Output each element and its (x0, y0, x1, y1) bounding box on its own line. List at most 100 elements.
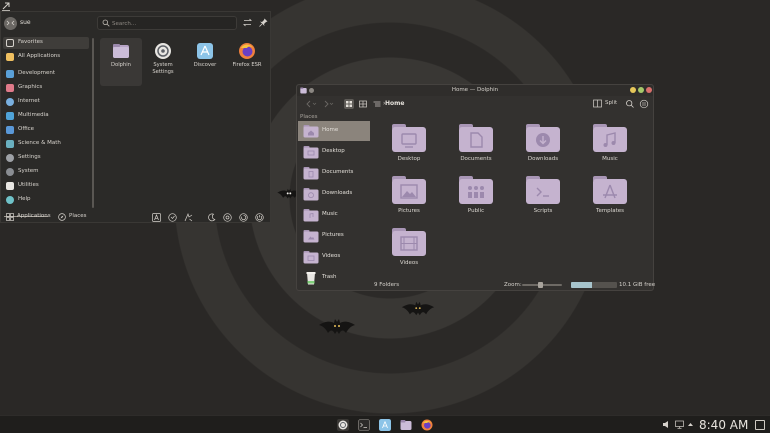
file-label: Documents (460, 156, 492, 162)
place-label: Downloads (322, 190, 353, 196)
place-pictures[interactable]: Pictures (298, 226, 370, 246)
file-item-pictures[interactable]: Pictures (375, 171, 441, 223)
hamburger-menu-icon[interactable] (639, 99, 649, 109)
file-item-downloads[interactable]: Downloads (509, 119, 575, 171)
file-label: Desktop (397, 156, 421, 162)
zoom-slider-handle[interactable] (537, 282, 543, 288)
category-scrollbar[interactable] (92, 38, 94, 208)
discover-icon[interactable] (379, 419, 391, 431)
close-button[interactable] (646, 87, 652, 93)
file-item-scripts[interactable]: Scripts (509, 171, 575, 223)
category-system[interactable]: System (3, 166, 89, 178)
show-desktop-icon[interactable] (755, 420, 765, 430)
taskbar-panel: 8:40 AM (0, 415, 770, 433)
category-science-math[interactable]: Science & Math (3, 138, 89, 150)
place-videos[interactable]: Videos (298, 247, 370, 267)
icons-view-icon[interactable] (344, 99, 354, 109)
logout-icon[interactable] (184, 213, 193, 222)
category-settings[interactable]: Settings (3, 152, 89, 164)
pin-icon[interactable] (258, 17, 269, 28)
search-input[interactable] (112, 18, 232, 29)
sort-filter-icon[interactable] (242, 17, 253, 28)
place-home[interactable]: Home (298, 121, 370, 141)
application-launcher: sue Favorites All Applications Developm (0, 11, 271, 223)
tab-applications[interactable]: Applications (6, 212, 56, 222)
settings-icon[interactable] (337, 419, 349, 431)
places-panel: Places Home Desktop Documents Downloads … (297, 113, 372, 285)
help-icon (6, 196, 14, 204)
category-favorites[interactable]: Favorites (3, 37, 89, 49)
category-internet[interactable]: Internet (3, 96, 89, 108)
file-label: Scripts (533, 208, 553, 214)
favorite-discover[interactable]: Discover (184, 38, 226, 86)
details-view-icon[interactable] (372, 99, 382, 109)
place-downloads[interactable]: Downloads (298, 184, 370, 204)
file-item-templates[interactable]: Templates (576, 171, 642, 223)
search-icon[interactable] (625, 99, 635, 109)
favorite-label: Dolphin (111, 62, 131, 68)
place-desktop[interactable]: Desktop (298, 142, 370, 162)
chevron-up-icon[interactable] (686, 420, 695, 429)
system-icon (6, 168, 14, 176)
place-music[interactable]: Music (298, 205, 370, 225)
category-development[interactable]: Development (3, 68, 89, 80)
minimize-button[interactable] (630, 87, 636, 93)
tab-places[interactable]: Places (58, 212, 98, 222)
favorite-firefox-esr[interactable]: Firefox ESR (226, 38, 268, 86)
folder-count: 9 Folders (374, 282, 400, 288)
clock[interactable]: 8:40 AM (699, 418, 748, 432)
category-all-applications[interactable]: All Applications (3, 51, 89, 63)
dolphin-icon[interactable] (400, 419, 412, 431)
templates-folder-icon (593, 176, 627, 204)
category-utilities[interactable]: Utilities (3, 180, 89, 192)
lock-screen-icon[interactable] (168, 213, 177, 222)
file-item-videos[interactable]: Videos (375, 223, 441, 275)
place-documents[interactable]: Documents (298, 163, 370, 183)
chevron-down-icon[interactable] (329, 99, 334, 109)
category-help[interactable]: Help (3, 194, 89, 206)
sleep-moon-icon[interactable] (207, 213, 216, 222)
category-office[interactable]: Office (3, 124, 89, 136)
place-label: Pictures (322, 232, 344, 238)
music-folder-icon (593, 124, 627, 152)
category-label: System (18, 168, 39, 174)
category-label: Settings (18, 154, 41, 160)
favorite-dolphin[interactable]: Dolphin (100, 38, 142, 86)
category-label: Favorites (18, 39, 43, 45)
toolbar: › Home Split (297, 97, 653, 112)
disk-space-fill (571, 282, 592, 288)
place-label: Desktop (322, 148, 345, 154)
category-label: Utilities (18, 182, 39, 188)
volume-icon[interactable] (662, 420, 671, 429)
category-label: Internet (18, 98, 40, 104)
firefox-icon[interactable] (421, 419, 433, 431)
restart-icon[interactable] (239, 213, 248, 222)
file-item-music[interactable]: Music (576, 119, 642, 171)
switch-user-icon[interactable] (152, 213, 161, 222)
search-box[interactable] (97, 16, 237, 30)
scripts-folder-icon (526, 176, 560, 204)
settings-icon (155, 43, 171, 59)
category-label: Help (18, 196, 31, 202)
file-item-public[interactable]: Public (442, 171, 508, 223)
arrow-corner-icon[interactable] (1, 1, 11, 11)
compact-view-icon[interactable] (358, 99, 368, 109)
network-icon[interactable] (675, 420, 684, 429)
avatar[interactable] (4, 17, 17, 30)
file-item-documents[interactable]: Documents (442, 119, 508, 171)
chevron-down-icon[interactable] (312, 99, 317, 109)
music-folder-icon (303, 209, 319, 222)
all-applications-icon (6, 53, 14, 61)
breadcrumb[interactable]: Home (385, 100, 404, 107)
firefox-icon (239, 43, 255, 59)
status-bar: 9 Folders Zoom: 10.1 GiB free (297, 280, 655, 291)
category-graphics[interactable]: Graphics (3, 82, 89, 94)
hibernate-icon[interactable] (223, 213, 232, 222)
favorite-system-settings[interactable]: System Settings (142, 38, 184, 86)
category-multimedia[interactable]: Multimedia (3, 110, 89, 122)
maximize-button[interactable] (638, 87, 644, 93)
terminal-icon[interactable] (358, 419, 370, 431)
shutdown-icon[interactable] (255, 213, 264, 222)
file-item-desktop[interactable]: Desktop (375, 119, 441, 171)
titlebar[interactable]: Home — Dolphin (297, 85, 653, 96)
